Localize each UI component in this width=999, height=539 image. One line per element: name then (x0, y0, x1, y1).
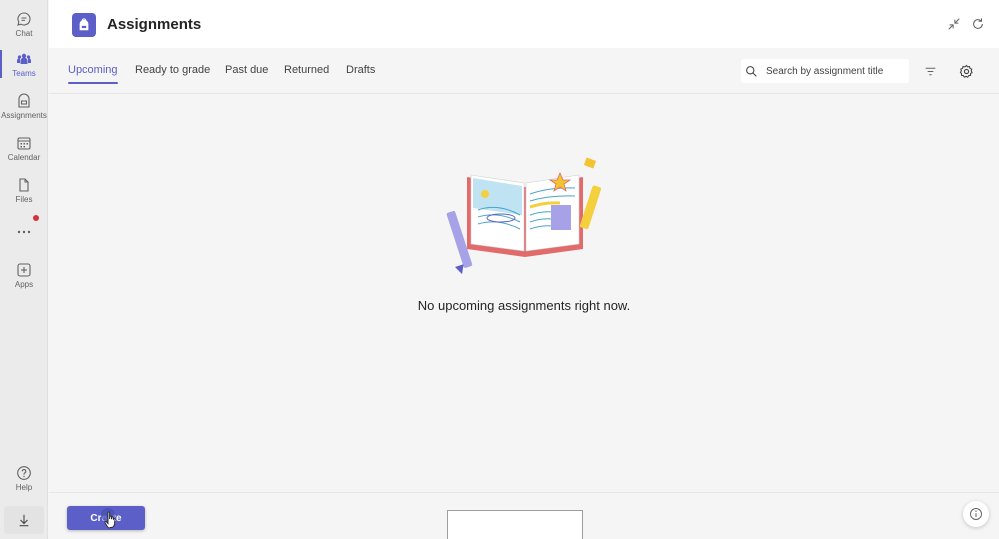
settings-button[interactable] (957, 62, 975, 80)
assignments-app-icon (72, 13, 96, 37)
rail-item-assignments[interactable]: Assignments (0, 86, 48, 126)
app-header: Assignments (49, 0, 999, 48)
collapse-icon (948, 18, 960, 30)
rail-item-teams[interactable]: Teams (0, 44, 48, 84)
search-icon (746, 65, 757, 77)
refresh-icon (973, 18, 983, 29)
calendar-icon (17, 136, 31, 150)
rail-label-teams: Teams (12, 68, 36, 78)
rail-item-help[interactable]: Help (0, 458, 48, 498)
empty-state-message: No upcoming assignments right now. (417, 298, 631, 313)
footer-bar: Create (49, 492, 999, 539)
book-icon (467, 171, 583, 257)
rail-item-files[interactable]: Files (0, 170, 48, 210)
rail-label-assignments: Assignments (1, 110, 47, 120)
tab-upcoming[interactable]: Upcoming (68, 64, 118, 84)
rail-item-apps[interactable]: Apps (0, 255, 48, 295)
page-title: Assignments (107, 16, 202, 33)
collapse-button[interactable] (945, 15, 963, 33)
search-input[interactable] (766, 65, 896, 77)
rail-label-calendar: Calendar (7, 152, 41, 162)
download-button[interactable] (4, 506, 44, 534)
info-icon (970, 508, 982, 520)
gear-icon (959, 64, 973, 78)
rail-label-files: Files (15, 194, 33, 204)
tab-drafts[interactable]: Drafts (346, 64, 375, 76)
filter-icon (925, 67, 935, 75)
tab-ready-to-grade[interactable]: Ready to grade (135, 64, 210, 76)
chat-icon (17, 11, 31, 26)
files-icon (19, 177, 29, 192)
popup-panel (447, 510, 583, 539)
rail-label-help: Help (15, 482, 33, 492)
rail-label-apps: Apps (14, 279, 34, 289)
help-icon (17, 465, 31, 480)
tab-past-due[interactable]: Past due (225, 64, 268, 76)
backpack-icon (79, 18, 89, 31)
assignments-icon (18, 93, 30, 108)
hand-cursor-icon (104, 511, 116, 529)
search-box[interactable] (741, 59, 909, 83)
tab-bar: Upcoming Ready to grade Past due Returne… (49, 48, 999, 94)
filter-button[interactable] (921, 62, 939, 80)
rail-label-chat: Chat (15, 28, 33, 38)
rail-item-more[interactable] (0, 212, 48, 252)
apps-icon (17, 262, 31, 277)
empty-state-illustration (446, 157, 602, 275)
info-button[interactable] (963, 501, 989, 527)
rail-item-chat[interactable]: Chat (0, 4, 48, 44)
rail-item-calendar[interactable]: Calendar (0, 128, 48, 168)
download-icon (19, 514, 29, 527)
teams-icon (17, 53, 31, 64)
tab-returned[interactable]: Returned (284, 64, 329, 76)
refresh-button[interactable] (969, 15, 987, 33)
more-icon (17, 230, 31, 234)
app-rail: Chat Teams Assignments Calendar Files Ap… (0, 0, 48, 539)
